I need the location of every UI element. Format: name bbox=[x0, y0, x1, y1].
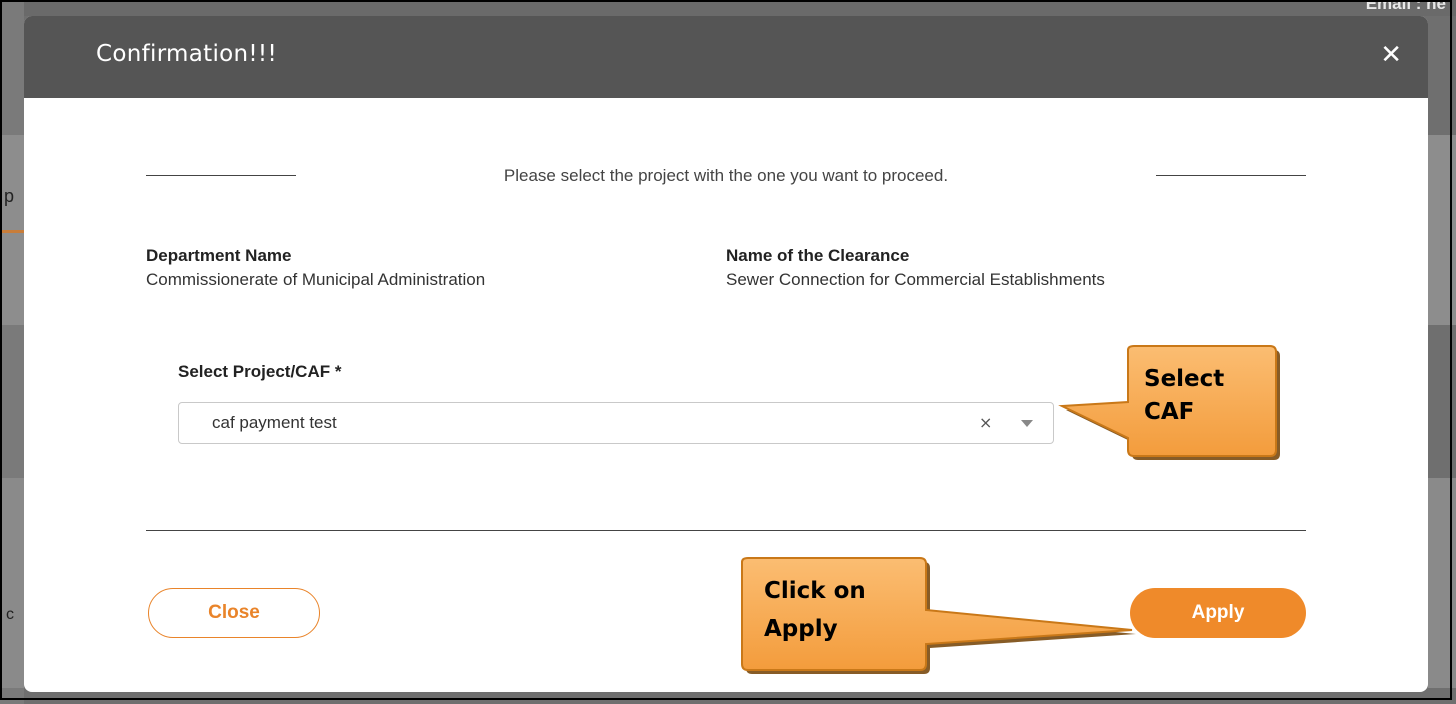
clearance-label: Name of the Clearance bbox=[726, 246, 910, 265]
background-right-panel bbox=[1428, 135, 1456, 325]
close-button[interactable]: Close bbox=[148, 588, 320, 638]
select-project-dropdown[interactable]: caf payment test × bbox=[178, 402, 1054, 444]
background-tab-underline bbox=[0, 230, 24, 233]
apply-callout-line1: Click on bbox=[764, 578, 866, 604]
apply-button[interactable]: Apply bbox=[1130, 588, 1306, 638]
clearance-info: Name of the Clearance Sewer Connection f… bbox=[726, 246, 1186, 292]
instruction-text: Please select the project with the one y… bbox=[503, 166, 949, 185]
department-value: Commissionerate of Municipal Administrat… bbox=[146, 270, 486, 289]
select-project-label: Select Project/CAF * bbox=[178, 362, 342, 381]
clearance-value: Sewer Connection for Commercial Establis… bbox=[726, 270, 1105, 289]
background-text-fragment: p bbox=[4, 186, 15, 206]
clear-selection-icon[interactable]: × bbox=[979, 413, 992, 432]
instruction-divider: Please select the project with the one y… bbox=[146, 166, 1306, 186]
select-project-value: caf payment test bbox=[212, 413, 337, 432]
modal-header: Confirmation!!! ✕ bbox=[24, 16, 1428, 98]
divider-line-right bbox=[1156, 175, 1306, 176]
background-email-text: Email : ne bbox=[1365, 0, 1446, 13]
modal-title: Confirmation!!! bbox=[96, 41, 277, 67]
footer-divider bbox=[146, 530, 1306, 531]
close-icon[interactable]: ✕ bbox=[1380, 40, 1402, 70]
background-left-panel-lower bbox=[0, 478, 24, 688]
background-right-panel-lower bbox=[1428, 478, 1456, 688]
select-caf-callout-line2: CAF bbox=[1144, 399, 1195, 425]
department-label: Department Name bbox=[146, 246, 292, 265]
background-text-fragment-lower: c bbox=[6, 606, 14, 623]
select-caf-callout-line1: Select bbox=[1144, 366, 1225, 392]
department-info: Department Name Commissionerate of Munic… bbox=[146, 246, 706, 292]
background-top-bar bbox=[0, 0, 1456, 16]
apply-callout-line2: Apply bbox=[764, 616, 838, 642]
chevron-down-icon[interactable] bbox=[1021, 420, 1033, 427]
